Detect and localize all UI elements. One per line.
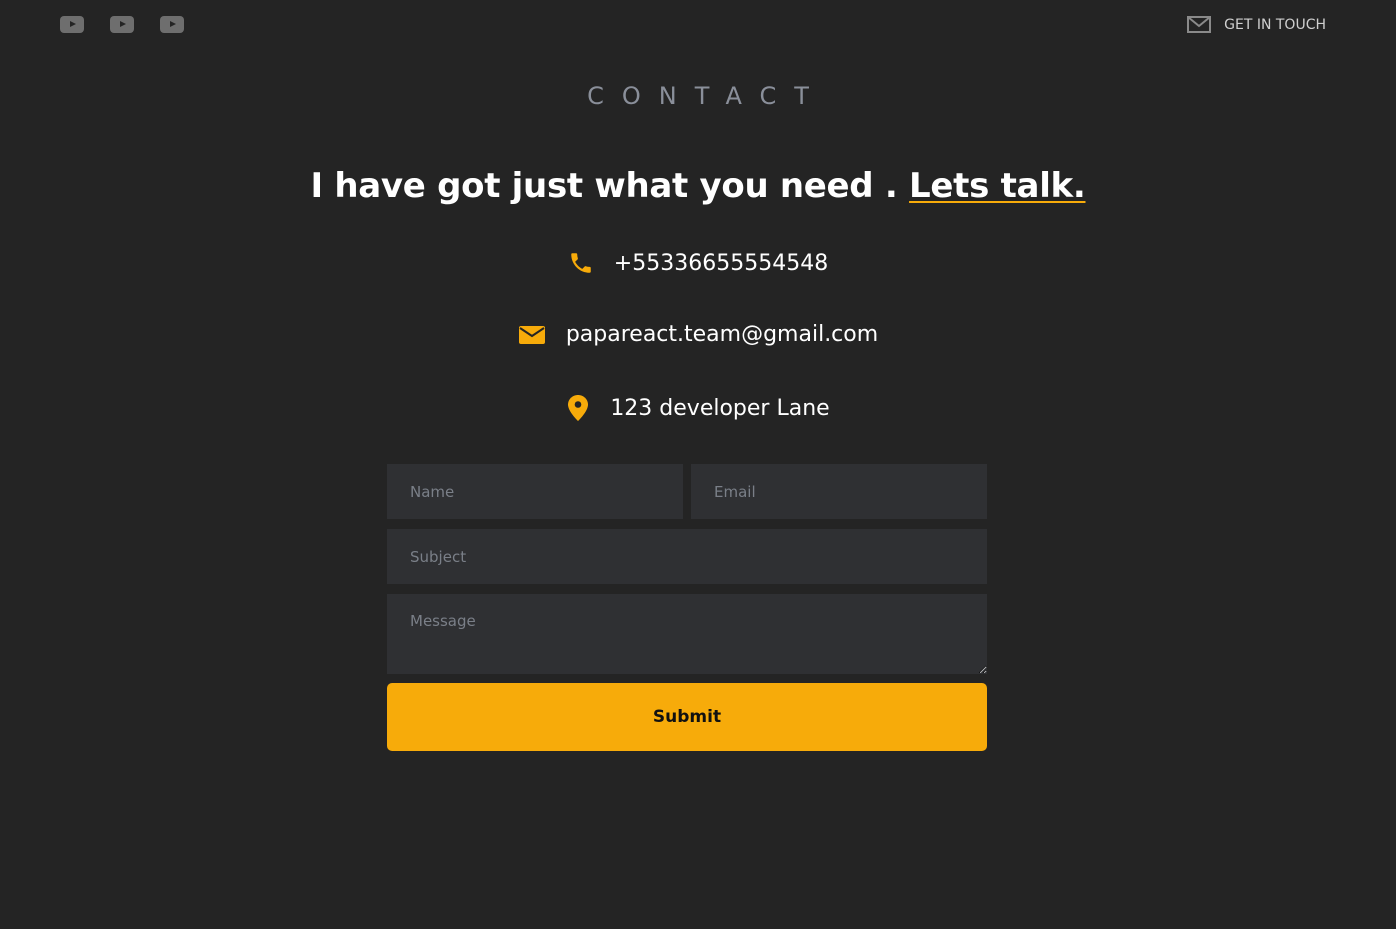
- phone-icon: [568, 250, 594, 276]
- email-row: papareact.team@gmail.com: [0, 322, 1396, 347]
- youtube-icon[interactable]: [110, 16, 134, 33]
- get-in-touch-button[interactable]: GET IN TOUCH: [1187, 16, 1326, 33]
- message-textarea[interactable]: [387, 594, 987, 674]
- youtube-icon[interactable]: [160, 16, 184, 33]
- contact-form: Submit: [387, 464, 987, 751]
- name-email-row: [387, 464, 987, 519]
- get-in-touch-label: GET IN TOUCH: [1224, 16, 1326, 33]
- phone-row: +55336655554548: [0, 250, 1396, 276]
- social-icons: [60, 16, 184, 33]
- headline-accent: Lets talk.: [909, 166, 1086, 206]
- phone-number: +55336655554548: [613, 250, 829, 276]
- section-title: CONTACT: [587, 82, 827, 110]
- headline-text: I have got just what you need .: [310, 166, 898, 206]
- site-header: GET IN TOUCH: [0, 0, 1396, 50]
- headline: I have got just what you need . Lets tal…: [0, 166, 1396, 206]
- subject-input[interactable]: [387, 529, 987, 584]
- youtube-icon[interactable]: [60, 16, 84, 33]
- submit-button[interactable]: Submit: [387, 683, 987, 751]
- mail-icon: [1187, 16, 1212, 33]
- map-pin-icon: [566, 394, 590, 422]
- envelope-icon: [518, 325, 546, 345]
- email-input[interactable]: [691, 464, 987, 519]
- name-input[interactable]: [387, 464, 683, 519]
- address-text: 123 developer Lane: [610, 395, 830, 421]
- email-address: papareact.team@gmail.com: [565, 322, 879, 347]
- address-row: 123 developer Lane: [0, 394, 1396, 422]
